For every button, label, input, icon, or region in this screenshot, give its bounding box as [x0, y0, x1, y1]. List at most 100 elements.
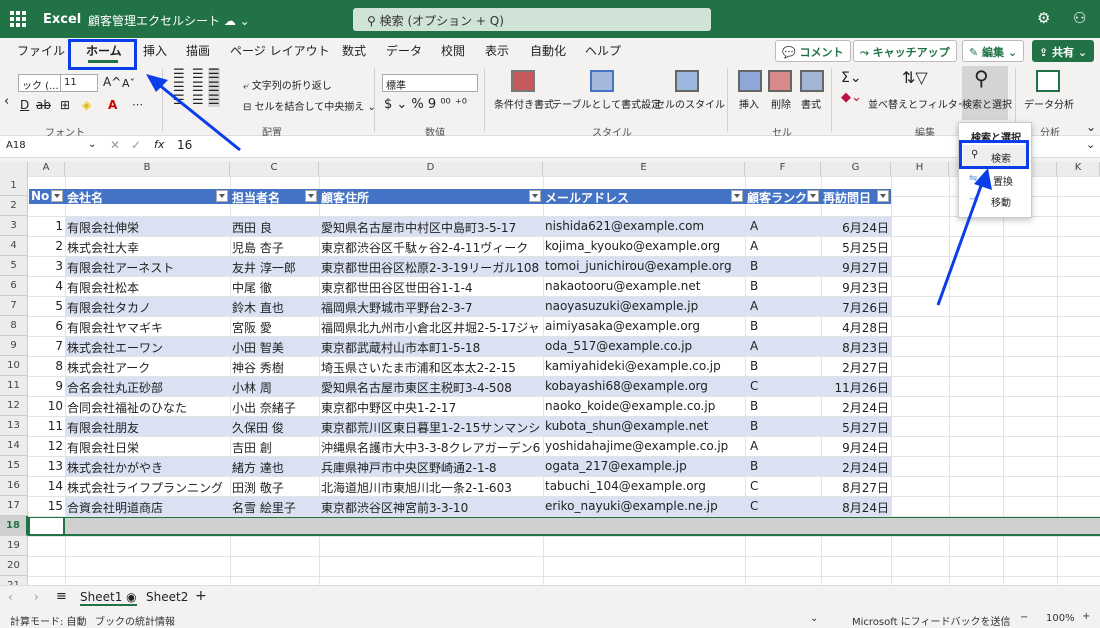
account-icon[interactable]: ⚇ [1073, 9, 1086, 27]
table-cell[interactable]: B [745, 316, 821, 336]
tab-data[interactable]: データ [386, 42, 422, 59]
table-cell[interactable]: 小田 智美 [230, 336, 319, 356]
row-header[interactable]: 8 [0, 316, 28, 336]
tab-page-layout[interactable]: ページ レイアウト [230, 42, 330, 59]
font-shrink-icon[interactable]: Aˇ [122, 77, 135, 90]
sort-filter-icon[interactable]: ⇅▽ [902, 68, 928, 87]
enter-icon[interactable]: ✓ [131, 138, 141, 152]
row-header[interactable]: 12 [0, 396, 28, 416]
column-header[interactable]: F [745, 162, 821, 176]
table-cell[interactable]: 東京都渋谷区千駄ヶ谷2-4-11ヴィーク [319, 236, 543, 256]
workbook-stats[interactable]: ブックの統計情報 [95, 613, 175, 628]
tab-help[interactable]: ヘルプ [585, 42, 621, 59]
table-cell[interactable]: 東京都中野区中央1-2-17 [319, 396, 543, 416]
zoom-level[interactable]: 100% [1046, 613, 1075, 624]
table-cell[interactable]: 有限会社朋友 [65, 416, 230, 436]
edit-mode-button[interactable]: ✎ 編集 ⌄ [962, 40, 1025, 62]
formula-expand-icon[interactable]: ⌄ [1086, 138, 1095, 151]
table-cell[interactable]: kojima_kyouko@example.org [543, 236, 745, 256]
column-header[interactable]: H [891, 162, 949, 176]
conditional-format-button[interactable]: 条件付き書式 [494, 96, 554, 111]
column-header[interactable]: G [821, 162, 891, 176]
delete-cells-button[interactable]: 削除 [771, 96, 791, 111]
borders-icon[interactable]: ⊞ [60, 98, 70, 112]
font-grow-icon[interactable]: A^ [103, 75, 121, 89]
table-cell[interactable]: 有限会社伸栄 [65, 216, 230, 236]
chevron-down-icon[interactable]: ⌄ [240, 14, 250, 28]
table-cell[interactable]: oda_517@example.co.jp [543, 336, 745, 356]
sort-filter-button[interactable]: 並べ替えとフィルター [868, 96, 968, 111]
table-header-cell[interactable]: 会社名 [65, 189, 230, 204]
table-cell[interactable]: nishida621@example.com [543, 216, 745, 236]
table-cell[interactable]: 8 [28, 356, 65, 376]
table-cell[interactable]: 有限会社アーネスト [65, 256, 230, 276]
font-color-icon[interactable]: A [108, 98, 117, 112]
formula-input[interactable]: 16 [177, 138, 192, 152]
table-cell[interactable]: 9月23日 [821, 276, 891, 296]
zoom-in-icon[interactable]: + [1082, 611, 1090, 622]
table-cell[interactable]: A [745, 296, 821, 316]
table-cell[interactable]: 12 [28, 436, 65, 456]
table-cell[interactable]: 合同会社福祉のひなた [65, 396, 230, 416]
tab-file[interactable]: ファイル [17, 42, 65, 59]
row-header[interactable]: 7 [0, 296, 28, 316]
table-cell[interactable]: 鈴木 直也 [230, 296, 319, 316]
table-cell[interactable]: B [745, 396, 821, 416]
table-cell[interactable]: 6 [28, 316, 65, 336]
cell-styles-icon[interactable] [675, 70, 699, 92]
table-cell[interactable]: B [745, 276, 821, 296]
search-input[interactable]: ⚲ 検索 (オプション + Q) [353, 8, 711, 31]
menu-item-replace[interactable]: ⇋ 置換 [963, 170, 1027, 190]
row-header[interactable]: 6 [0, 276, 28, 296]
table-header-cell[interactable]: 顧客住所 [319, 189, 543, 204]
delete-cells-icon[interactable] [768, 70, 792, 92]
table-cell[interactable]: 埼玉県さいたま市浦和区本太2-2-15 [319, 356, 543, 376]
strikethrough-icon[interactable]: ab [36, 98, 51, 112]
table-cell[interactable]: eriko_nayuki@example.ne.jp [543, 496, 745, 516]
table-cell[interactable]: 児島 杏子 [230, 236, 319, 256]
format-as-table-icon[interactable] [590, 70, 614, 92]
table-cell[interactable]: 福岡県北九州市小倉北区井堀2-5-17ジャ [319, 316, 543, 336]
number-format-select[interactable]: 標準 [382, 74, 478, 92]
table-cell[interactable]: 13 [28, 456, 65, 476]
fill-color-icon[interactable]: ◈ [82, 98, 91, 112]
filter-dropdown-icon[interactable] [877, 190, 889, 202]
table-cell[interactable]: 有限会社松本 [65, 276, 230, 296]
table-cell[interactable]: 東京都世田谷区松原2-3-19リーガル108 [319, 256, 543, 276]
insert-cells-button[interactable]: 挿入 [739, 96, 759, 111]
table-cell[interactable]: C [745, 476, 821, 496]
table-cell[interactable]: 9月24日 [821, 436, 891, 456]
row-header[interactable]: 1 [0, 176, 28, 196]
table-cell[interactable]: tabuchi_104@example.org [543, 476, 745, 496]
analyze-data-button[interactable]: データ分析 [1024, 96, 1074, 111]
table-cell[interactable]: ogata_217@example.jp [543, 456, 745, 476]
row-header[interactable]: 13 [0, 416, 28, 436]
table-cell[interactable]: 8月27日 [821, 476, 891, 496]
tab-review[interactable]: 校閲 [441, 42, 465, 59]
table-cell[interactable]: 2月24日 [821, 396, 891, 416]
row-header[interactable]: 19 [0, 536, 28, 556]
underline-icon[interactable]: D [20, 98, 29, 112]
table-cell[interactable]: B [745, 356, 821, 376]
table-cell[interactable]: 西田 良 [230, 216, 319, 236]
filter-dropdown-icon[interactable] [807, 190, 819, 202]
table-cell[interactable]: 11月26日 [821, 376, 891, 396]
find-select-label[interactable]: 検索と選択 [962, 96, 1012, 111]
table-cell[interactable]: 愛知県名古屋市中村区中島町3-5-17 [319, 216, 543, 236]
table-cell[interactable]: 沖縄県名護市大中3-3-8クレアガーデン6 [319, 436, 543, 456]
table-cell[interactable]: 愛知県名古屋市東区主税町3-4-508 [319, 376, 543, 396]
ribbon-scroll-left-icon[interactable]: ‹ [4, 94, 9, 109]
table-cell[interactable]: 15 [28, 496, 65, 516]
app-name[interactable]: Excel [43, 12, 81, 27]
row-header[interactable]: 18 [0, 516, 28, 536]
font-size-select[interactable]: 11 [60, 74, 98, 92]
table-cell[interactable]: 5月27日 [821, 416, 891, 436]
table-cell[interactable]: 2 [28, 236, 65, 256]
prev-sheet-icon[interactable]: ‹ [8, 590, 13, 604]
active-cell[interactable] [28, 516, 65, 536]
table-cell[interactable]: 14 [28, 476, 65, 496]
comment-button[interactable]: 💬 コメント [775, 40, 851, 62]
table-cell[interactable]: A [745, 216, 821, 236]
share-button[interactable]: ⇪ 共有 ⌄ [1032, 40, 1095, 62]
filter-dropdown-icon[interactable] [51, 190, 63, 202]
